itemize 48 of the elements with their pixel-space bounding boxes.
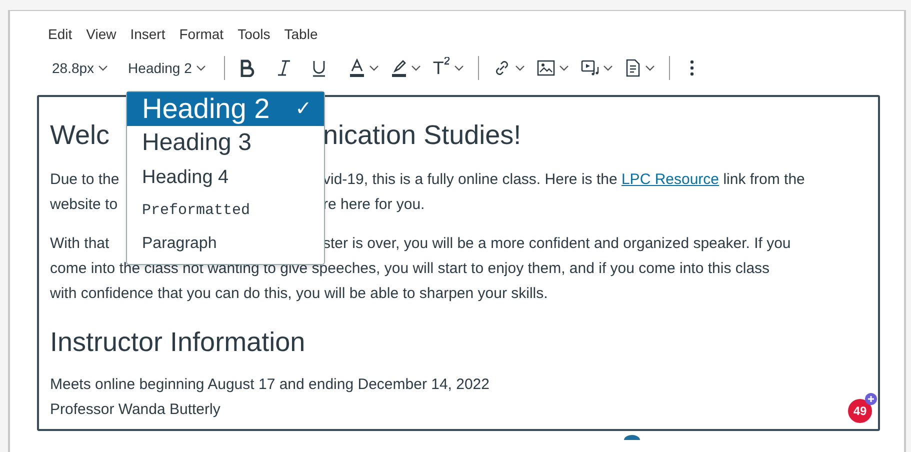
- document-icon[interactable]: [624, 59, 641, 77]
- paragraph-text: With that: [50, 235, 110, 252]
- menu-item[interactable]: View: [86, 24, 116, 45]
- menu-item[interactable]: Insert: [130, 24, 166, 45]
- resize-handle-icon[interactable]: [624, 435, 640, 440]
- menu-item[interactable]: Format: [179, 24, 224, 45]
- font-size-dropdown[interactable]: 28.8px: [48, 58, 112, 78]
- paragraph-text: website to: [50, 196, 118, 213]
- chevron-down-icon: [514, 65, 525, 71]
- chevron-down-icon: [196, 65, 206, 71]
- italic-icon[interactable]: [276, 59, 291, 77]
- chevron-down-icon: [410, 65, 421, 71]
- underline-icon[interactable]: [310, 59, 327, 77]
- chevron-down-icon: [602, 65, 613, 71]
- chevron-down-icon: [368, 65, 379, 71]
- chevron-down-icon: [454, 65, 464, 71]
- text-color-icon[interactable]: [348, 58, 365, 78]
- paragraph-text: Due to the: [50, 171, 120, 188]
- bold-icon[interactable]: [238, 59, 255, 77]
- paragraph-text: with confidence that you can do this, you will be able to sharpen your skills.: [50, 284, 548, 304]
- chevron-down-icon: [558, 65, 569, 71]
- format-option[interactable]: Paragraph: [127, 227, 324, 261]
- notification-badge[interactable]: 49: [848, 399, 872, 423]
- heading-text: nication Studies!: [323, 119, 522, 152]
- superscript-button[interactable]: T: [432, 54, 464, 82]
- highlighter-icon[interactable]: [390, 58, 407, 78]
- format-option[interactable]: Heading 4: [127, 160, 324, 194]
- superscript-icon: [444, 56, 450, 64]
- paragraph-text: come into the class not wanting to give speeches, you will start to enjoy them, and if you come into this class: [50, 259, 770, 279]
- format-option[interactable]: Heading 2 ✓: [127, 92, 324, 126]
- paragraph-text: Professor Wanda Butterly: [50, 400, 220, 420]
- image-icon[interactable]: [536, 60, 555, 76]
- heading-text: Welc: [50, 120, 110, 150]
- format-option[interactable]: Heading 3: [127, 126, 324, 160]
- block-format-dropdown[interactable]: Heading 2: [124, 58, 210, 78]
- section-heading: Instructor Information: [50, 326, 306, 359]
- menu-item[interactable]: Table: [284, 24, 318, 45]
- plus-icon[interactable]: [865, 393, 877, 405]
- resource-link[interactable]: LPC Resource: [621, 171, 720, 188]
- chevron-down-icon: [98, 65, 108, 71]
- media-icon[interactable]: [580, 60, 599, 76]
- menu-item[interactable]: Edit: [48, 24, 72, 45]
- more-options-icon[interactable]: [690, 60, 694, 76]
- paragraph-text: vid-19, this is a fully online class. Here is the LPC Resource link from the: [323, 170, 806, 190]
- paragraph-text: Meets online beginning August 17 and ending December 14, 2022: [50, 375, 490, 395]
- chevron-down-icon: [644, 65, 655, 71]
- menu-item[interactable]: Tools: [238, 24, 270, 45]
- format-option[interactable]: Preformatted: [127, 194, 324, 227]
